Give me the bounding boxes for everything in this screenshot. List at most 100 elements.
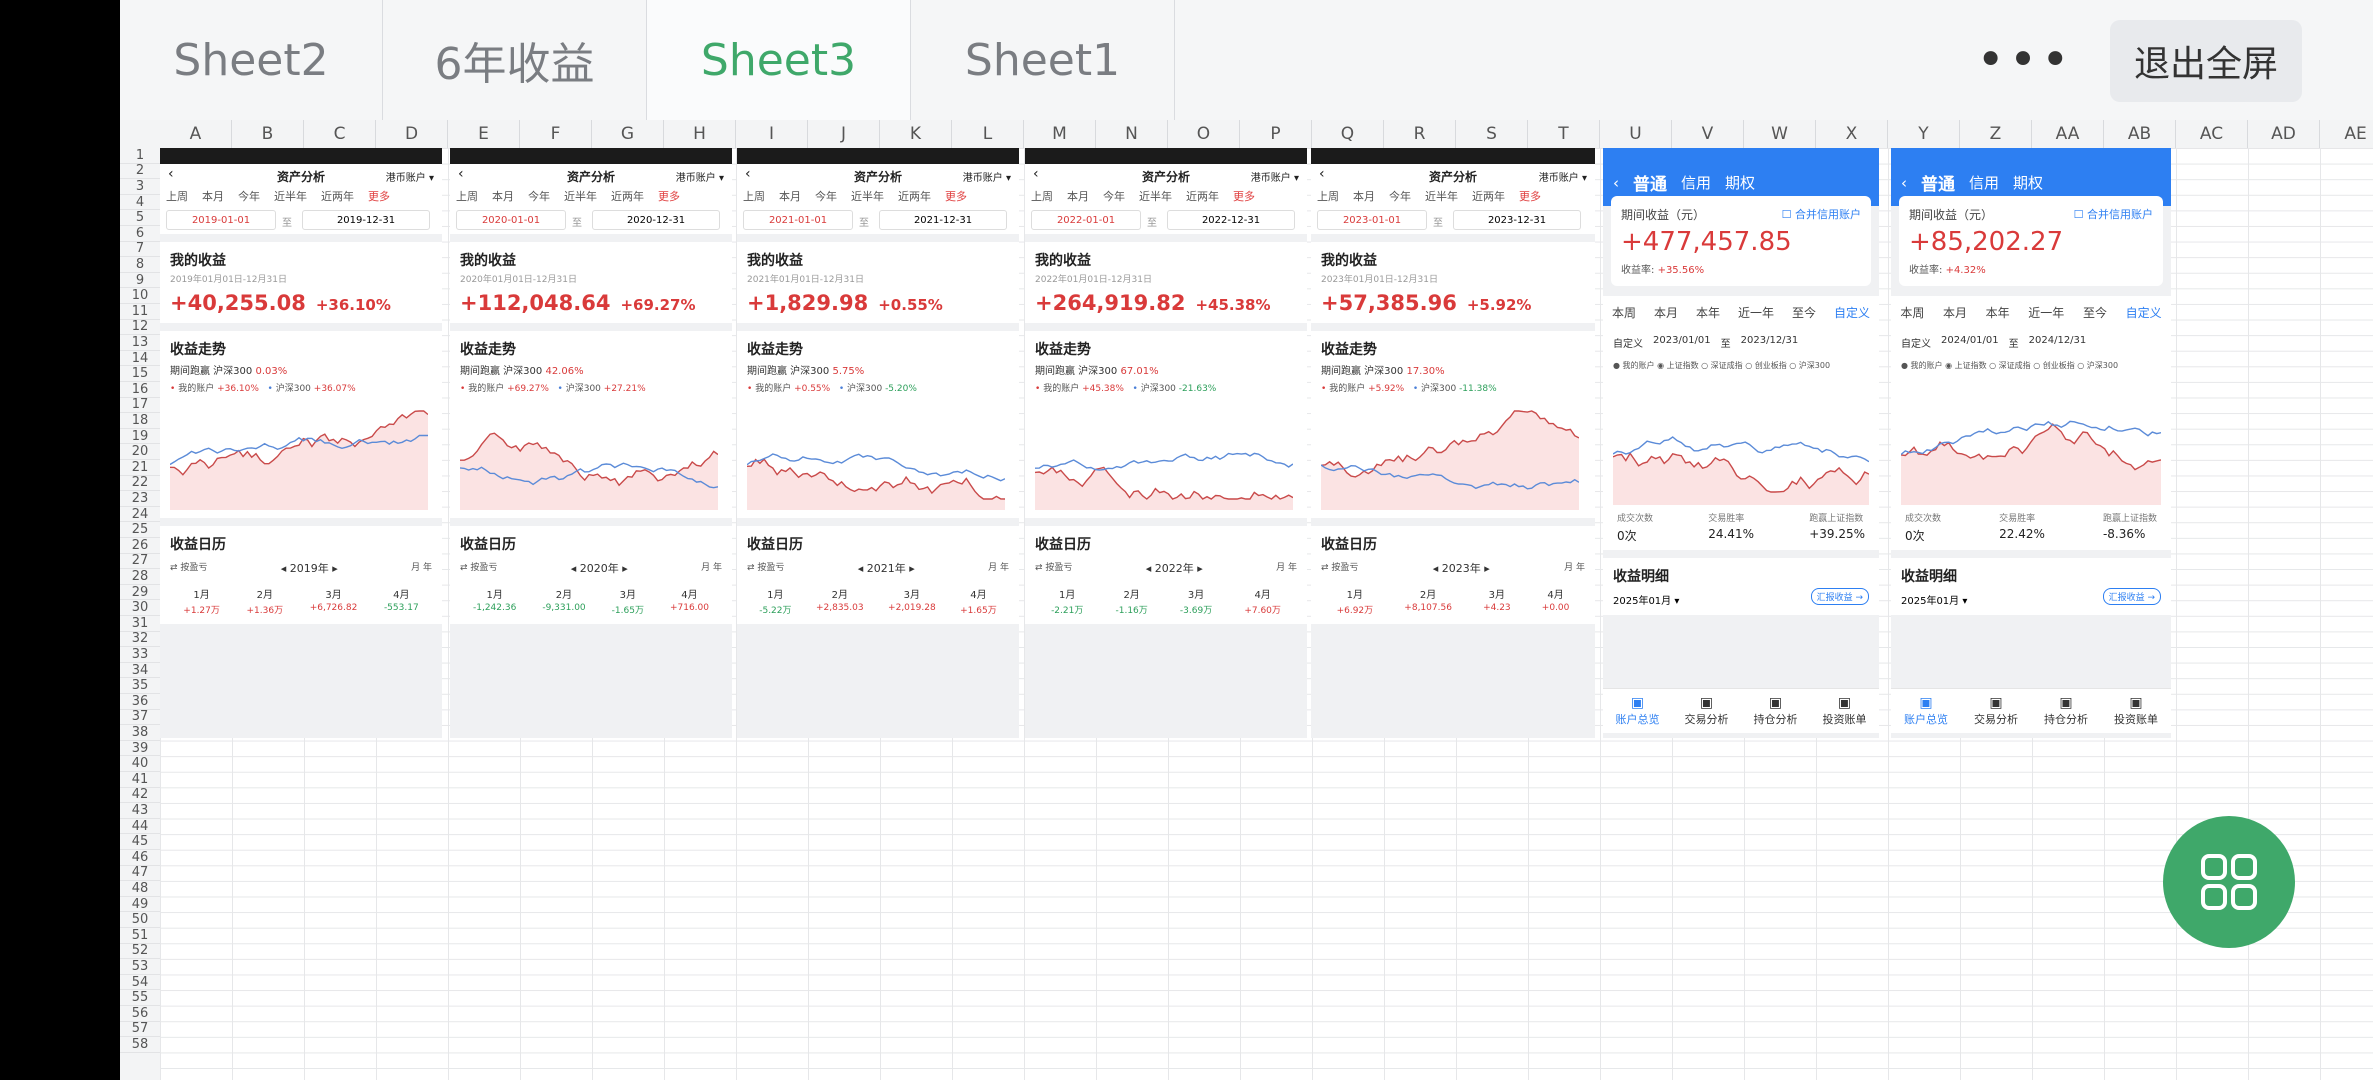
period-tab[interactable]: 上周 (456, 188, 478, 204)
row-header-cell[interactable]: 50 (120, 912, 160, 928)
tab-sheet2[interactable]: Sheet2 (120, 0, 383, 120)
start-date-field[interactable]: 2021-01-01 (743, 210, 853, 230)
row-header-cell[interactable]: 49 (120, 897, 160, 913)
start-date-field[interactable]: 2023-01-01 (1317, 210, 1427, 230)
column-header-cell[interactable]: AC (2176, 120, 2248, 148)
bottom-nav-item[interactable]: ▣ 持仓分析 (2044, 689, 2088, 733)
column-header-cell[interactable]: G (592, 120, 664, 148)
column-header-cell[interactable]: R (1384, 120, 1456, 148)
month-year-toggle[interactable]: 月 年 (988, 560, 1009, 576)
column-header-cell[interactable]: A (160, 120, 232, 148)
month-year-toggle[interactable]: 月 年 (1564, 560, 1585, 576)
year-selector[interactable]: ◂ 2021年 ▸ (858, 560, 915, 576)
column-header-cell[interactable]: U (1600, 120, 1672, 148)
range-tab[interactable]: 本周 (1612, 304, 1636, 321)
row-header-cell[interactable]: 46 (120, 850, 160, 866)
row-header-cell[interactable]: 48 (120, 881, 160, 897)
month-cell[interactable]: 4月 -553.17 (384, 586, 419, 616)
period-tab[interactable]: 近两年 (321, 188, 354, 204)
period-tab[interactable]: 上周 (1031, 188, 1053, 204)
account-selector[interactable]: 港币账户 ▾ (1539, 169, 1587, 184)
nav-options[interactable]: 期权 (2013, 172, 2043, 193)
period-tab[interactable]: 今年 (815, 188, 837, 204)
start-date-field[interactable]: 2020-01-01 (456, 210, 566, 230)
more-button[interactable]: ••• (1977, 30, 2070, 90)
row-header-cell[interactable]: 54 (120, 975, 160, 991)
column-header-cell[interactable]: S (1456, 120, 1528, 148)
period-tab[interactable]: 本月 (779, 188, 801, 204)
column-header-cell[interactable]: J (808, 120, 880, 148)
column-header-cell[interactable]: AB (2104, 120, 2176, 148)
report-income-button[interactable]: 汇报收益 → (1810, 588, 1869, 605)
start-date-field[interactable]: 2023/01/01 (1653, 335, 1711, 350)
period-tab[interactable]: 近两年 (611, 188, 644, 204)
start-date-field[interactable]: 2022-01-01 (1031, 210, 1141, 230)
calendar-mode[interactable]: ⇄ 按盈亏 (747, 560, 784, 576)
merge-credit-checkbox[interactable]: ☐ 合并信用账户 (1782, 206, 1861, 222)
row-header-cell[interactable]: 14 (120, 351, 160, 367)
year-selector[interactable]: ◂ 2019年 ▸ (281, 560, 338, 576)
row-header-cell[interactable]: 52 (120, 943, 160, 960)
month-cell[interactable]: 3月 +4.23 (1483, 586, 1511, 616)
period-tab[interactable]: 更多 (368, 188, 390, 204)
range-tab[interactable]: 本年 (1696, 304, 1720, 321)
row-header-cell[interactable]: 44 (120, 819, 160, 835)
period-tab[interactable]: 近两年 (898, 188, 931, 204)
bottom-nav-item[interactable]: ▣ 交易分析 (1685, 689, 1729, 733)
range-tab[interactable]: 自定义 (1834, 304, 1870, 321)
period-tab[interactable]: 今年 (528, 188, 550, 204)
column-header-cell[interactable]: L (952, 120, 1024, 148)
period-tab[interactable]: 近两年 (1186, 188, 1219, 204)
row-header-cell[interactable]: 39 (120, 741, 160, 757)
account-selector[interactable]: 港币账户 ▾ (676, 169, 724, 184)
range-tab[interactable]: 近一年 (1738, 304, 1774, 321)
column-header-cell[interactable]: Q (1312, 120, 1384, 148)
row-header-cell[interactable]: 32 (120, 631, 160, 648)
column-header-cell[interactable]: AD (2248, 120, 2320, 148)
column-header-cell[interactable]: AA (2032, 120, 2104, 148)
row-header-cell[interactable]: 45 (120, 834, 160, 850)
month-cell[interactable]: 1月 -1,242.36 (473, 586, 516, 616)
month-year-toggle[interactable]: 月 年 (1276, 560, 1297, 576)
month-cell[interactable]: 4月 +7.60万 (1244, 586, 1281, 616)
back-icon[interactable]: ‹ (1613, 174, 1619, 192)
row-header-cell[interactable]: 27 (120, 553, 160, 570)
period-tab[interactable]: 近两年 (1472, 188, 1505, 204)
range-tab[interactable]: 至今 (1792, 304, 1816, 321)
nav-options[interactable]: 期权 (1725, 172, 1755, 193)
row-header-cell[interactable]: 34 (120, 663, 160, 679)
row-header-cell[interactable]: 56 (120, 1006, 160, 1022)
period-tab[interactable]: 更多 (945, 188, 967, 204)
start-date-field[interactable]: 2019-01-01 (166, 210, 276, 230)
row-header-cell[interactable]: 20 (120, 444, 160, 460)
start-date-field[interactable]: 2024/01/01 (1941, 335, 1999, 350)
period-tab[interactable]: 更多 (658, 188, 680, 204)
end-date-field[interactable]: 2024/12/31 (2029, 335, 2087, 350)
month-cell[interactable]: 3月 +2,019.28 (888, 586, 936, 616)
month-cell[interactable]: 4月 +1.65万 (960, 586, 997, 616)
period-tab[interactable]: 本月 (1353, 188, 1375, 204)
row-header-cell[interactable]: 3 (120, 179, 160, 195)
row-header-cell[interactable]: 22 (120, 475, 160, 492)
column-header-cell[interactable]: H (664, 120, 736, 148)
row-header-cell[interactable]: 7 (120, 241, 160, 258)
row-header-cell[interactable]: 16 (120, 382, 160, 398)
month-cell[interactable]: 1月 +6.92万 (1337, 586, 1374, 616)
row-header-cell[interactable]: 13 (120, 335, 160, 351)
row-header-cell[interactable]: 42 (120, 787, 160, 804)
period-tab[interactable]: 本月 (492, 188, 514, 204)
row-header-cell[interactable]: 33 (120, 647, 160, 663)
bottom-nav-item[interactable]: ▣ 投资账单 (2114, 689, 2158, 733)
row-header-cell[interactable]: 37 (120, 709, 160, 726)
period-tab[interactable]: 上周 (166, 188, 188, 204)
row-header-cell[interactable]: 17 (120, 397, 160, 414)
row-header-cell[interactable]: 18 (120, 413, 160, 429)
row-header-cell[interactable]: 40 (120, 756, 160, 772)
month-cell[interactable]: 2月 +8,107.56 (1404, 586, 1452, 616)
nav-normal[interactable]: 普通 (1921, 170, 1955, 195)
column-header-cell[interactable]: P (1240, 120, 1312, 148)
month-cell[interactable]: 1月 -5.22万 (759, 586, 791, 616)
range-tab[interactable]: 近一年 (2028, 304, 2064, 321)
row-header-cell[interactable]: 24 (120, 507, 160, 523)
row-header-cell[interactable]: 25 (120, 522, 160, 538)
